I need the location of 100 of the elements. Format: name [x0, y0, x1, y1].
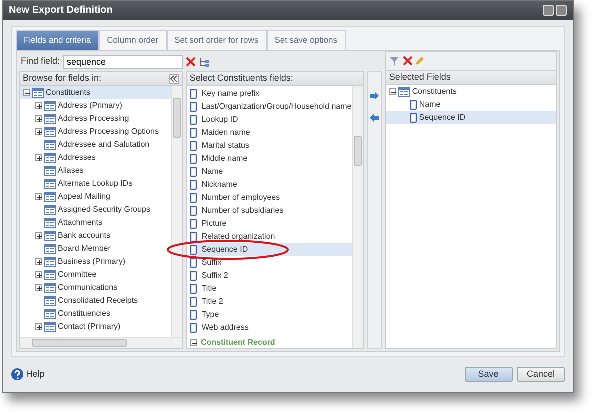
field-row[interactable]: Key name prefix: [190, 87, 352, 100]
table-icon: [44, 230, 56, 240]
table-icon: [398, 86, 410, 96]
tree-row[interactable]: Name: [386, 98, 556, 111]
tab[interactable]: Fields and criteria: [16, 30, 100, 50]
clear-icon[interactable]: [186, 57, 196, 67]
tree-item-label: Name: [419, 98, 441, 110]
tree-item-label[interactable]: Attachments: [58, 216, 102, 228]
tree-item-label: Constituents: [46, 86, 90, 98]
tree-row[interactable]: Constituents: [386, 85, 556, 98]
tree-item-label[interactable]: Contact (Primary): [58, 320, 121, 332]
panel-header: Select Constituents fields:: [190, 72, 294, 85]
tree-item-label[interactable]: Alternate Lookup IDs: [58, 178, 133, 190]
remove-arrow-icon[interactable]: [370, 114, 380, 122]
table-icon: [44, 140, 56, 150]
tree-item-label[interactable]: Business (Primary): [58, 256, 126, 268]
expander-icon[interactable]: [389, 88, 396, 95]
scrollbar[interactable]: [170, 86, 182, 337]
save-button[interactable]: Save: [464, 367, 512, 382]
table-icon: [44, 244, 56, 254]
field-row[interactable]: Nickname: [190, 178, 352, 191]
field-row[interactable]: Title: [190, 282, 352, 295]
table-icon: [44, 282, 56, 292]
tree-item-label[interactable]: Addressee and Salutation: [58, 138, 150, 150]
tree-icon[interactable]: [199, 56, 212, 68]
table-icon: [44, 166, 56, 176]
expander-icon[interactable]: [23, 89, 30, 96]
expander-icon[interactable]: [190, 339, 197, 346]
tree-item-label[interactable]: Consolidated Receipts: [58, 294, 138, 306]
table-icon: [44, 296, 56, 306]
scrollbar[interactable]: [352, 86, 363, 348]
find-field-label: Find field:: [21, 55, 60, 68]
field-row[interactable]: Marital status: [190, 139, 352, 152]
delete-icon[interactable]: [402, 56, 413, 66]
tree-item-label[interactable]: Addresses: [58, 152, 96, 164]
table-icon: [44, 218, 56, 228]
field-row[interactable]: Web address: [190, 321, 352, 334]
field-row[interactable]: Lookup ID: [190, 113, 352, 126]
field-row[interactable]: Title 2: [190, 295, 352, 308]
table-icon: [44, 100, 56, 110]
tree-item-label[interactable]: Appeal Mailing: [58, 190, 110, 202]
tree-item-label[interactable]: Assigned Security Groups: [58, 204, 150, 216]
table-icon: [44, 308, 56, 318]
tree-row[interactable]: Sequence ID: [386, 111, 556, 124]
window-title: New Export Definition: [9, 4, 113, 18]
panel-header: Selected Fields: [389, 70, 451, 84]
table-icon: [44, 256, 56, 266]
field-row[interactable]: Type: [190, 308, 352, 321]
tree-row[interactable]: Constituents: [20, 86, 171, 99]
help-icon[interactable]: [11, 368, 24, 381]
group-header: Constituent Record: [201, 336, 276, 348]
table-icon: [44, 192, 56, 202]
cancel-button[interactable]: Cancel: [517, 367, 565, 382]
field-row[interactable]: Related organization: [190, 230, 352, 243]
expander-icon[interactable]: [35, 271, 42, 278]
tree-item-label[interactable]: Aliases: [58, 164, 84, 176]
find-field[interactable]: sequence: [63, 55, 184, 69]
scrollbar[interactable]: [20, 337, 182, 348]
field-row[interactable]: Middle name: [190, 152, 352, 165]
expander-icon[interactable]: [35, 102, 42, 109]
field-row[interactable]: Number of employees: [190, 191, 352, 204]
table-icon: [44, 322, 56, 332]
expander-icon[interactable]: [35, 193, 42, 200]
tab[interactable]: Column order: [99, 30, 167, 50]
tree-item-label[interactable]: Board Member: [58, 242, 111, 254]
field-row[interactable]: Name: [190, 165, 352, 178]
expander-icon[interactable]: [35, 323, 42, 330]
tab[interactable]: Set save options: [266, 30, 346, 50]
tree-item-label[interactable]: Address Processing: [58, 112, 130, 124]
expander-icon[interactable]: [35, 232, 42, 239]
tree-item-label[interactable]: Address (Primary): [58, 100, 122, 112]
tree-item-label[interactable]: Committee: [58, 268, 97, 280]
table-icon: [44, 126, 56, 136]
expander-icon[interactable]: [35, 258, 42, 265]
table-icon: [44, 152, 56, 162]
field-row[interactable]: Sequence ID: [190, 243, 352, 256]
field-row[interactable]: Suffix 2: [190, 269, 352, 282]
tree-item-label[interactable]: Address Processing Options: [58, 126, 159, 138]
field-row[interactable]: Suffix: [190, 256, 352, 269]
tree-item-label[interactable]: Communications: [58, 282, 118, 294]
expander-icon[interactable]: [35, 115, 42, 122]
field-row[interactable]: Picture: [190, 217, 352, 230]
tree-item-label: Sequence ID: [419, 112, 466, 124]
expander-icon[interactable]: [35, 284, 42, 291]
tree-item-label[interactable]: Bank accounts: [58, 230, 110, 242]
field-row[interactable]: Maiden name: [190, 126, 352, 139]
expander-icon[interactable]: [35, 154, 42, 161]
help-link[interactable]: Help: [26, 368, 45, 382]
table-icon: [44, 270, 56, 280]
collapse-button[interactable]: [168, 74, 179, 84]
field-row[interactable]: Last/Organization/Group/Household name: [190, 100, 352, 113]
table-icon: [32, 88, 44, 98]
table-icon: [44, 178, 56, 188]
add-arrow-icon[interactable]: [370, 92, 380, 100]
tab[interactable]: Set sort order for rows: [166, 30, 267, 50]
panel-header: Browse for fields in:: [23, 72, 102, 85]
expander-icon[interactable]: [35, 128, 42, 135]
field-row[interactable]: Number of subsidiaries: [190, 204, 352, 217]
tree-item-label: Constituents: [412, 86, 457, 98]
tree-item-label[interactable]: Constituencies: [58, 308, 110, 320]
